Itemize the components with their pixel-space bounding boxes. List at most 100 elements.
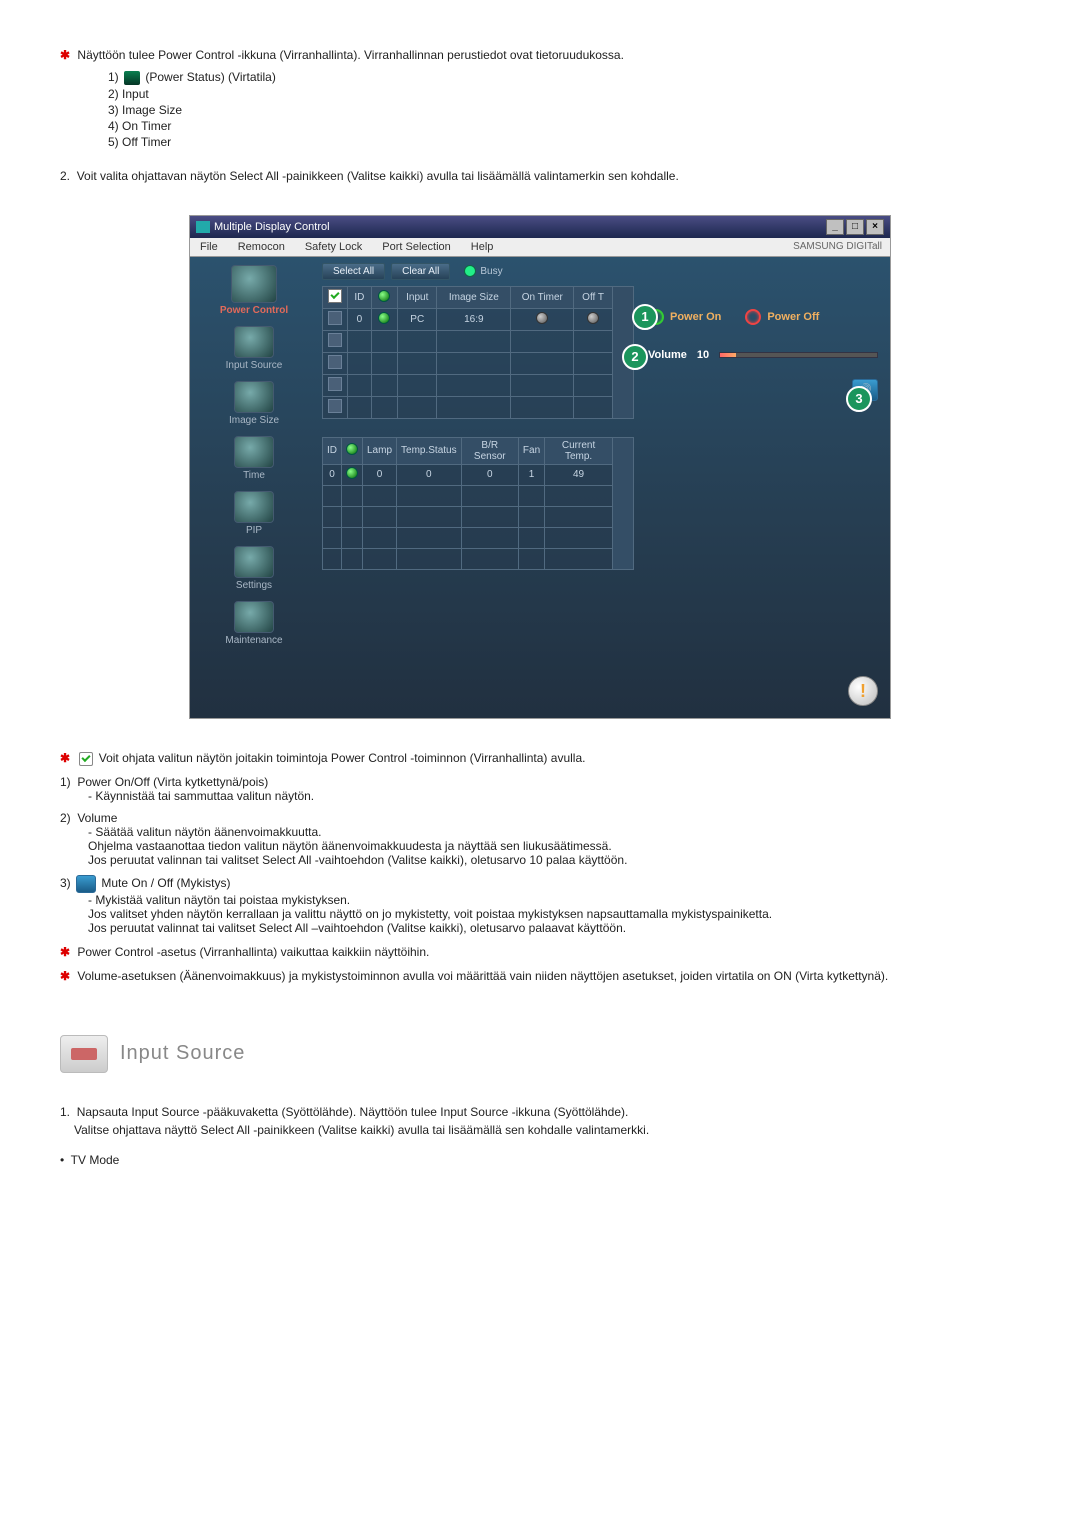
window-titlebar: Multiple Display Control _ □ × xyxy=(190,216,890,238)
table-row[interactable] xyxy=(323,330,634,352)
item-line: Mykistää valitun näytön tai poistaa myki… xyxy=(88,893,1020,907)
row-checkbox[interactable] xyxy=(328,333,342,347)
item-title: Mute On / Off (Mykistys) xyxy=(101,876,230,890)
ontimer-dot-icon xyxy=(536,312,548,324)
busy-indicator: Busy xyxy=(464,265,502,277)
step-text: Valitse ohjattava näyttö Select All -pai… xyxy=(74,1121,649,1139)
table-row[interactable]: 0 PC 16:9 xyxy=(323,308,634,330)
list-item: 3) Image Size xyxy=(108,103,1020,117)
item-line: Jos valitset yhden näytön kerrallaan ja … xyxy=(88,907,1020,921)
status-header-icon xyxy=(378,290,390,302)
table-row[interactable] xyxy=(323,374,634,396)
sidebar-settings[interactable]: Settings xyxy=(194,546,314,591)
table-row[interactable] xyxy=(323,527,634,548)
volume-control[interactable]: Volume 10 xyxy=(648,349,878,361)
menu-port-selection[interactable]: Port Selection xyxy=(372,241,460,253)
maximize-button[interactable]: □ xyxy=(846,219,864,235)
app-screenshot: Multiple Display Control _ □ × File Remo… xyxy=(189,215,891,719)
status-header-icon xyxy=(346,443,358,455)
table-row[interactable] xyxy=(323,485,634,506)
sidebar-input-source[interactable]: Input Source xyxy=(194,326,314,371)
menubar: File Remocon Safety Lock Port Selection … xyxy=(190,238,890,257)
settings-icon xyxy=(234,546,274,578)
sidebar-power-control[interactable]: Power Control xyxy=(194,265,314,316)
maintenance-icon xyxy=(234,601,274,633)
app-icon xyxy=(196,221,210,233)
sidebar-image-size[interactable]: Image Size xyxy=(194,381,314,426)
list-item: 4) On Timer xyxy=(108,119,1020,133)
input-source-section-icon xyxy=(60,1035,108,1073)
item-line: Jos peruutat valinnan tai valitset Selec… xyxy=(88,853,1020,867)
select-all-button[interactable]: Select All xyxy=(322,263,385,280)
step-text: Napsauta Input Source -pääkuvaketta (Syö… xyxy=(77,1105,629,1119)
sidebar-maintenance[interactable]: Maintenance xyxy=(194,601,314,646)
star-icon: ✱ xyxy=(60,945,70,959)
power-status-icon xyxy=(124,71,140,85)
sidebar-pip[interactable]: PIP xyxy=(194,491,314,536)
speaker-icon xyxy=(76,875,96,893)
callout-1: 1 xyxy=(632,304,658,330)
image-size-icon xyxy=(234,381,274,413)
menu-remocon[interactable]: Remocon xyxy=(228,241,295,253)
sidebar-time[interactable]: Time xyxy=(194,436,314,481)
menu-file[interactable]: File xyxy=(190,241,228,253)
power-off-icon xyxy=(745,309,761,325)
item-title: Volume xyxy=(77,811,117,825)
power-on-button[interactable]: Power On xyxy=(648,309,721,325)
menu-safety-lock[interactable]: Safety Lock xyxy=(295,241,372,253)
row-checkbox[interactable] xyxy=(328,377,342,391)
power-control-icon xyxy=(231,265,277,303)
clear-all-button[interactable]: Clear All xyxy=(391,263,450,280)
callout-2: 2 xyxy=(622,344,648,370)
step-number: 2. xyxy=(60,169,70,183)
sidebar: Power Control Input Source Image Size Ti… xyxy=(190,257,318,664)
callout-3: 3 xyxy=(846,386,872,412)
status-table: ID Lamp Temp.Status B/R Sensor Fan Curre… xyxy=(322,437,634,570)
busy-dot-icon xyxy=(464,265,476,277)
table-row[interactable] xyxy=(323,506,634,527)
right-panel: Power On Power Off Volume 10 🔊 xyxy=(642,257,890,664)
star-icon: ✱ xyxy=(60,48,70,62)
note: Volume-asetuksen (Äänenvoimakkuus) ja my… xyxy=(77,969,888,983)
minimize-button[interactable]: _ xyxy=(826,219,844,235)
info-icon: ! xyxy=(848,676,878,706)
row-checkbox[interactable] xyxy=(328,355,342,369)
close-button[interactable]: × xyxy=(866,219,884,235)
note: Power Control -asetus (Virranhallinta) v… xyxy=(77,945,429,959)
offtimer-dot-icon xyxy=(587,312,599,324)
list-item: 2) Input xyxy=(108,87,1020,101)
window-title: Multiple Display Control xyxy=(214,221,330,233)
volume-slider[interactable] xyxy=(719,352,878,358)
bullet-text: TV Mode xyxy=(71,1153,120,1167)
scrollbar[interactable] xyxy=(613,437,634,569)
menu-help[interactable]: Help xyxy=(461,241,504,253)
header-checkbox-icon[interactable] xyxy=(328,289,342,303)
table-row[interactable] xyxy=(323,352,634,374)
section-input-source: Input Source xyxy=(60,1035,1020,1073)
table-row[interactable] xyxy=(323,396,634,418)
checkbox-icon xyxy=(79,752,93,766)
display-table: ID Input Image Size On Timer Off T 0 PC … xyxy=(322,286,634,419)
item-title: Power On/Off (Virta kytkettynä/pois) xyxy=(77,775,268,789)
status-dot-icon xyxy=(378,312,390,324)
star-icon: ✱ xyxy=(60,751,70,765)
pip-icon xyxy=(234,491,274,523)
below-intro: Voit ohjata valitun näytön joitakin toim… xyxy=(99,751,586,765)
intro-text: Näyttöön tulee Power Control -ikkuna (Vi… xyxy=(77,48,624,62)
item-line: Käynnistää tai sammuttaa valitun näytön. xyxy=(88,789,1020,803)
row-checkbox[interactable] xyxy=(328,399,342,413)
status-dot-icon xyxy=(346,467,358,479)
list-item: 1) (Power Status) (Virtatila) xyxy=(108,70,1020,85)
brand-label: SAMSUNG DIGITall xyxy=(793,241,882,252)
item-line: Ohjelma vastaanottaa tiedon valitun näyt… xyxy=(88,839,1020,853)
row-checkbox[interactable] xyxy=(328,311,342,325)
input-source-icon xyxy=(234,326,274,358)
table-row[interactable]: 0 0 0 0 1 49 xyxy=(323,464,634,485)
item-line: Jos peruutat valinnat tai valitset Selec… xyxy=(88,921,1020,935)
item-line: Säätää valitun näytön äänenvoimakkuutta. xyxy=(88,825,1020,839)
table-row[interactable] xyxy=(323,548,634,569)
time-icon xyxy=(234,436,274,468)
star-icon: ✱ xyxy=(60,969,70,983)
step-text: Voit valita ohjattavan näytön Select All… xyxy=(77,169,679,183)
power-off-button[interactable]: Power Off xyxy=(745,309,819,325)
